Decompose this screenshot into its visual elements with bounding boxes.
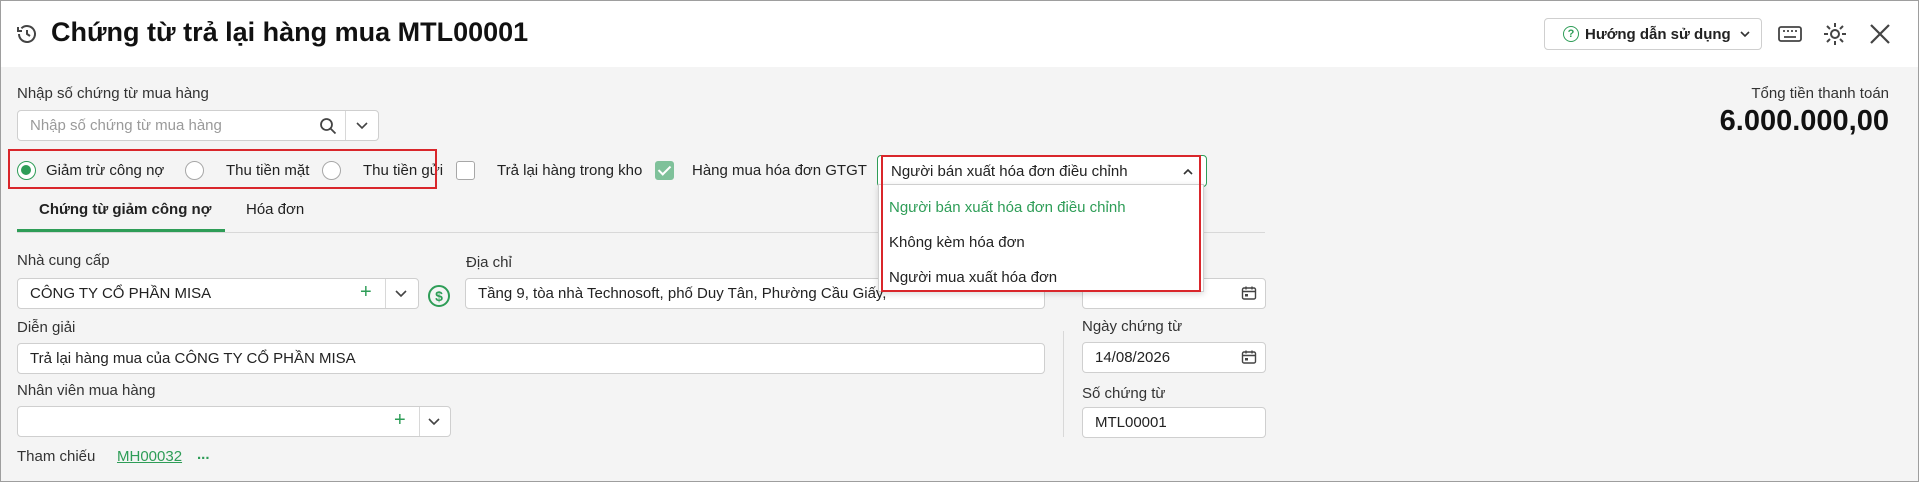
invoice-type-select[interactable]: Người bán xuất hóa đơn điều chỉnh <box>877 155 1207 187</box>
help-button[interactable]: ? Hướng dẫn sử dụng <box>1544 18 1762 50</box>
help-button-label: Hướng dẫn sử dụng <box>1585 25 1731 43</box>
dropdown-option-buyer-invoice[interactable]: Người mua xuất hóa đơn <box>889 269 1057 286</box>
window: Chứng từ trả lại hàng mua MTL00001 ? Hướ… <box>0 0 1919 482</box>
purchase-doc-placeholder: Nhập số chứng từ mua hàng <box>30 117 222 134</box>
radio-label: Giảm trừ công nợ <box>46 161 165 179</box>
supplier-input[interactable]: CÔNG TY CỔ PHẦN MISA <box>17 278 419 309</box>
calendar-icon[interactable] <box>1241 285 1257 301</box>
doc-no-input[interactable]: MTL00001 <box>1082 407 1266 438</box>
header-bar: Chứng từ trả lại hàng mua MTL00001 ? Hướ… <box>1 1 1918 67</box>
supplier-value: CÔNG TY CỔ PHẦN MISA <box>30 285 212 302</box>
add-supplier-icon[interactable]: + <box>360 281 372 304</box>
address-label: Địa chỉ <box>466 254 512 271</box>
chevron-down-icon[interactable] <box>427 416 441 428</box>
employee-label: Nhân viên mua hàng <box>17 382 156 399</box>
chevron-up-icon <box>1183 168 1193 175</box>
doc-date-value: 14/08/2026 <box>1095 349 1171 366</box>
radio-debt-reduction[interactable]: Giảm trừ công nợ <box>17 158 164 182</box>
description-value: Trả lại hàng mua của CÔNG TY CỔ PHẦN MIS… <box>30 350 356 367</box>
add-employee-icon[interactable]: + <box>394 409 406 432</box>
supplier-label: Nhà cung cấp <box>17 252 110 269</box>
doc-no-value: MTL00001 <box>1095 414 1167 431</box>
tab-debt-reduction[interactable]: Chứng từ giảm công nợ <box>39 201 211 218</box>
checkbox[interactable] <box>456 160 475 180</box>
chevron-down-icon <box>1740 31 1750 38</box>
employee-input[interactable] <box>17 406 451 437</box>
radio-button[interactable] <box>322 160 341 180</box>
chevron-down-icon[interactable] <box>355 120 369 132</box>
total-label: Tổng tiền thanh toán <box>1751 85 1889 102</box>
description-label: Diễn giải <box>17 319 76 336</box>
search-icon[interactable] <box>319 117 337 135</box>
doc-no-label: Số chứng từ <box>1082 385 1166 402</box>
radio-cash[interactable]: Thu tiền mặt <box>185 158 309 182</box>
question-icon: ? <box>1563 26 1579 42</box>
description-input[interactable]: Trả lại hàng mua của CÔNG TY CỔ PHẦN MIS… <box>17 343 1045 374</box>
input-divider <box>385 279 386 308</box>
tab-invoice[interactable]: Hóa đơn <box>246 201 304 218</box>
radio-button-checked[interactable] <box>17 160 36 180</box>
doc-date-input[interactable]: 14/08/2026 <box>1082 342 1266 373</box>
checkbox-vat-invoice[interactable]: Hàng mua hóa đơn GTGT <box>655 158 867 182</box>
more-references[interactable]: ... <box>197 446 210 463</box>
checkbox-return-stock[interactable]: Trả lại hàng trong kho <box>456 158 642 182</box>
calendar-icon[interactable] <box>1241 349 1257 365</box>
purchase-doc-label: Nhập số chứng từ mua hàng <box>17 85 209 102</box>
doc-date-label: Ngày chứng từ <box>1082 318 1183 335</box>
radio-button[interactable] <box>185 160 204 180</box>
invoice-type-value: Người bán xuất hóa đơn điều chỉnh <box>891 162 1128 180</box>
active-tab-indicator <box>17 229 225 232</box>
history-icon[interactable] <box>15 22 39 46</box>
input-divider <box>345 111 346 140</box>
keyboard-icon[interactable] <box>1777 21 1803 47</box>
dropdown-option-no-invoice[interactable]: Không kèm hóa đơn <box>889 234 1025 251</box>
radio-deposit[interactable]: Thu tiền gửi <box>322 158 443 182</box>
checkbox-label: Trả lại hàng trong kho <box>497 161 643 179</box>
address-value: Tầng 9, tòa nhà Technosoft, phố Duy Tân,… <box>478 285 887 302</box>
dropdown-option-seller-adjust[interactable]: Người bán xuất hóa đơn điều chỉnh <box>889 199 1126 216</box>
checkbox-label: Hàng mua hóa đơn GTGT <box>692 161 867 179</box>
close-icon[interactable] <box>1867 21 1893 47</box>
radio-label: Thu tiền mặt <box>226 161 310 179</box>
input-divider <box>419 407 420 436</box>
column-divider <box>1063 331 1064 437</box>
gear-icon[interactable] <box>1822 21 1848 47</box>
radio-label: Thu tiền gửi <box>363 161 444 179</box>
page-title: Chứng từ trả lại hàng mua MTL00001 <box>51 17 529 47</box>
total-value: 6.000.000,00 <box>1719 105 1889 137</box>
reference-link[interactable]: MH00032 <box>117 448 182 465</box>
checkbox-checked[interactable] <box>655 160 674 180</box>
chevron-down-icon[interactable] <box>394 288 408 300</box>
invoice-type-dropdown: Người bán xuất hóa đơn điều chỉnh Không … <box>878 184 1204 292</box>
reference-label: Tham chiếu <box>17 448 96 465</box>
dollar-icon[interactable]: $ <box>428 285 450 307</box>
